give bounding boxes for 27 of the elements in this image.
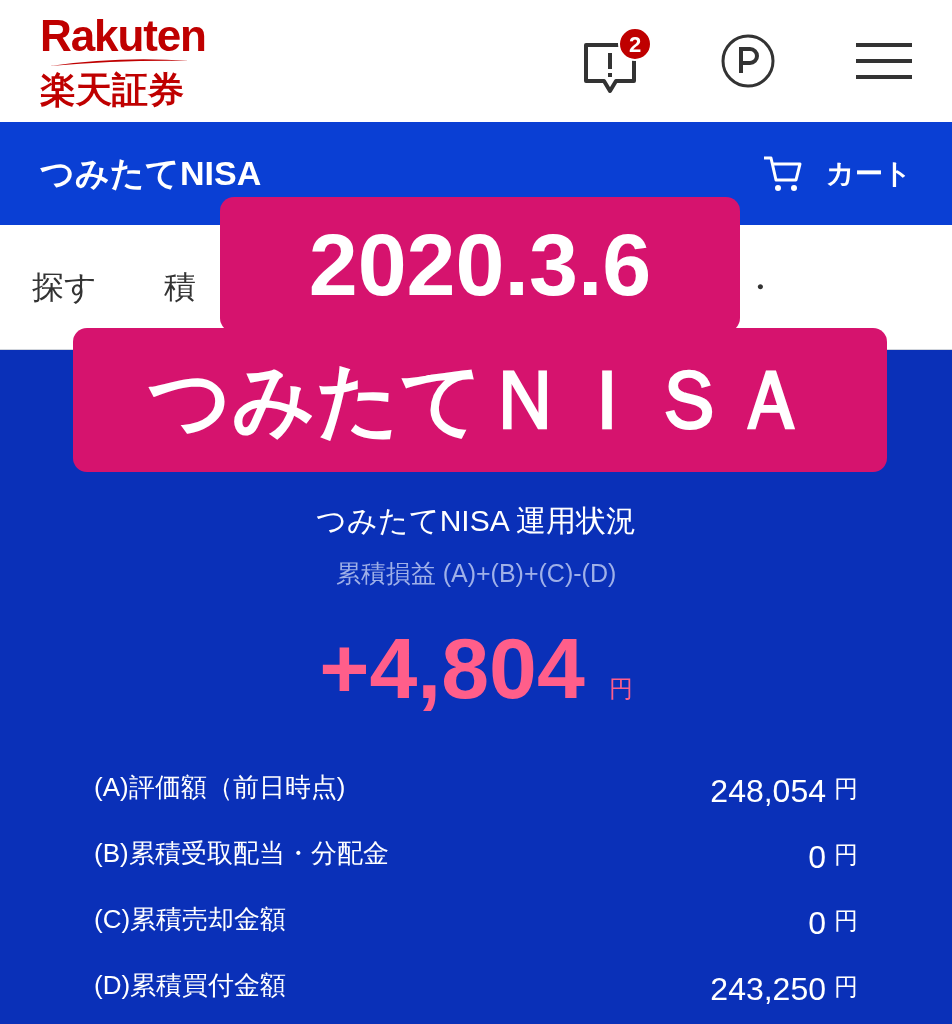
logo: Rakuten 楽天証券 bbox=[40, 14, 206, 108]
cart-link[interactable]: カート bbox=[826, 152, 912, 195]
caption-text: 2020.3.6 bbox=[308, 220, 652, 309]
row-value: 0 bbox=[808, 906, 826, 939]
total-profit: +4,804 bbox=[319, 624, 585, 711]
formula-text: 累積損益 (A)+(B)+(C)-(D) bbox=[335, 558, 617, 589]
row-label: (C)累積売却金額 bbox=[94, 902, 287, 936]
page-title: つみたてNISA bbox=[40, 153, 262, 194]
row-value: 0 bbox=[808, 840, 826, 873]
currency-unit: 円 bbox=[608, 673, 633, 704]
tab[interactable]: 探す bbox=[32, 269, 97, 305]
row-value: 248,054 bbox=[710, 774, 826, 807]
row-value: 243,250 bbox=[710, 972, 826, 1005]
currency-unit: 円 bbox=[834, 839, 858, 870]
currency-unit: 円 bbox=[834, 905, 858, 936]
currency-unit: 円 bbox=[834, 971, 858, 1002]
row-label: (B)累積受取配当・分配金 bbox=[94, 836, 389, 870]
notification-badge: 2 bbox=[618, 27, 652, 61]
summary-title: つみたてNISA 運用状況 bbox=[315, 503, 637, 539]
menu-icon[interactable] bbox=[856, 41, 912, 81]
caption-text: つみたてＮＩＳＡ bbox=[148, 359, 812, 441]
points-icon[interactable] bbox=[720, 33, 776, 89]
currency-unit: 円 bbox=[834, 773, 858, 804]
row-label: (D)累積買付金額 bbox=[94, 968, 287, 1002]
row-label: (A)評価額（前日時点) bbox=[94, 770, 346, 804]
tab[interactable]: ・ bbox=[744, 269, 776, 305]
tab[interactable]: 積 bbox=[164, 269, 196, 305]
